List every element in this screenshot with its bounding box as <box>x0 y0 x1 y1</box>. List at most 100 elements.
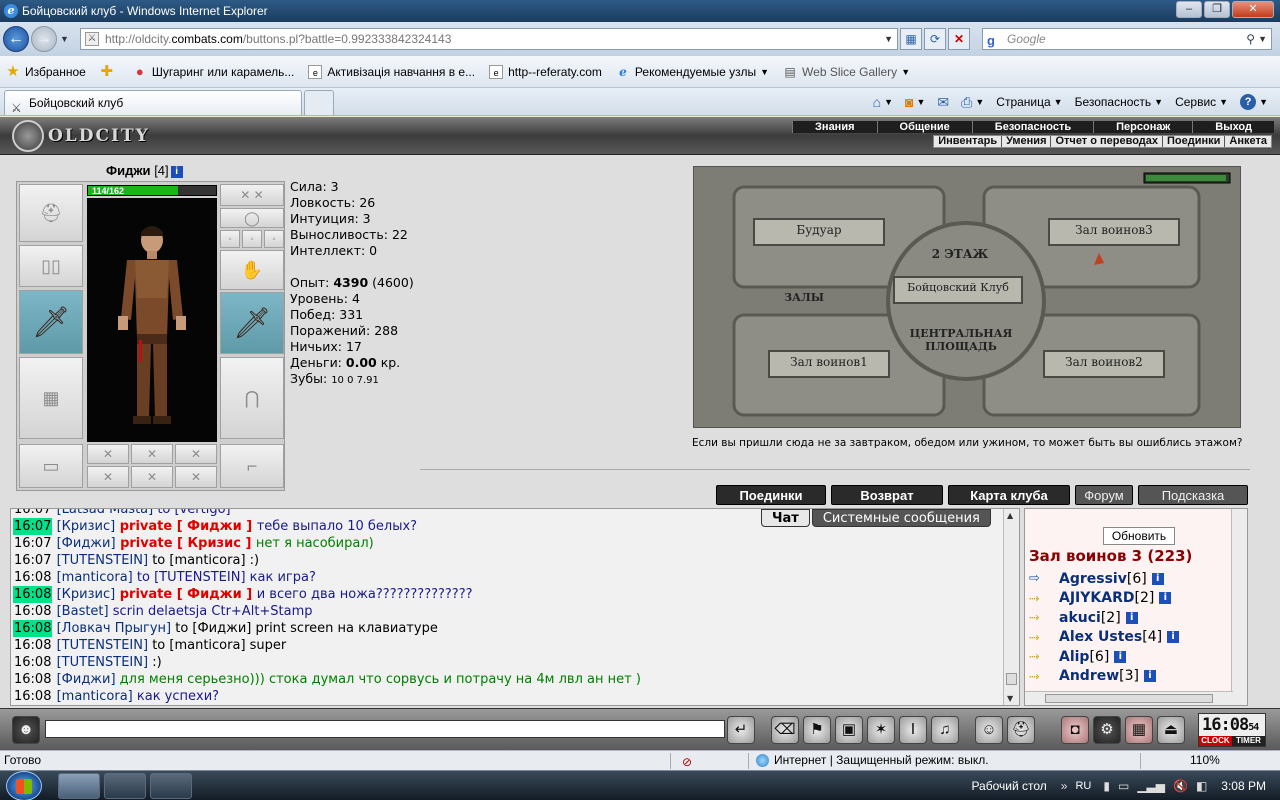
weapon-right-slot[interactable]: 🗡 <box>220 292 284 354</box>
character-portrait[interactable] <box>87 198 217 442</box>
submenu-skills[interactable]: Умения <box>1001 136 1050 147</box>
favorite-link-0[interactable]: ● Шугаринг или карамель... <box>133 64 295 79</box>
clock-toggle[interactable]: CLOCK <box>1199 736 1232 746</box>
online-user-row[interactable]: ⤑ Alip [6] i <box>1029 647 1245 667</box>
info-icon[interactable]: i <box>1114 650 1127 663</box>
chevron-up-icon[interactable]: » <box>1061 779 1068 793</box>
timer-toggle[interactable]: TIMER <box>1232 736 1265 746</box>
feeds-button[interactable]: ◙ ▼ <box>905 94 925 110</box>
tab-system-messages[interactable]: Системные сообщения <box>811 509 991 527</box>
submenu-profile[interactable]: Анкета <box>1224 136 1271 147</box>
help-button[interactable]: ? ▼ <box>1240 94 1268 110</box>
fighter-icon[interactable]: ✶ <box>867 716 895 744</box>
info-icon[interactable]: i <box>1167 631 1180 644</box>
zoom-level[interactable]: 110% <box>1190 751 1220 770</box>
address-bar[interactable]: ⚔ http://oldcity.combats.com/buttons.pl?… <box>80 28 898 50</box>
clear-chat-icon[interactable]: ⌫ <box>771 716 799 744</box>
map-room-hall3[interactable]: Зал воинов3 <box>1054 223 1174 237</box>
bag-icon[interactable]: ◘ <box>1061 716 1089 744</box>
print-button[interactable]: ⎙ ▼ <box>961 94 984 111</box>
ring-slot-c[interactable]: ◦ <box>264 230 284 248</box>
item-slot-1[interactable]: ✕ <box>87 466 129 488</box>
security-menu[interactable]: Безопасность ▼ <box>1075 95 1163 109</box>
private-message-icon[interactable]: ⇨ <box>1029 571 1059 586</box>
chat-nick[interactable]: [manticora] <box>57 689 133 704</box>
submenu-transfer-report[interactable]: Отчет о переводах <box>1050 136 1162 147</box>
map-room-hall1[interactable]: Зал воинов1 <box>774 355 884 369</box>
taskbar-media[interactable] <box>150 773 192 799</box>
online-user-row[interactable]: ⤑ akuci [2] i <box>1029 608 1245 628</box>
return-button[interactable]: Возврат <box>831 485 943 505</box>
ring-slot-a[interactable]: ◦ <box>220 230 240 248</box>
favorite-link-1[interactable]: e Активізація навчання в е... <box>308 64 475 79</box>
menu-exit[interactable]: Выход <box>1192 121 1274 133</box>
language-indicator[interactable]: RU <box>1075 780 1091 792</box>
chat-nick[interactable]: [Кризис] <box>57 587 116 602</box>
send-message-icon[interactable]: ↵ <box>727 716 755 744</box>
page-menu[interactable]: Страница ▼ <box>996 95 1062 109</box>
tools-menu[interactable]: Сервис ▼ <box>1175 95 1228 109</box>
floor-map[interactable]: Будуар Зал воинов3 Зал воинов1 Зал воино… <box>693 166 1241 428</box>
fight-arrow-icon[interactable]: ⤑ <box>1029 630 1059 645</box>
chat-nick[interactable]: [Кризис] <box>57 519 116 534</box>
back-button[interactable]: ← <box>3 26 29 52</box>
address-dropdown-icon[interactable]: ▼ <box>884 29 893 49</box>
fight-arrow-icon[interactable]: ⤑ <box>1029 649 1059 664</box>
submenu-fights[interactable]: Поединки <box>1162 136 1224 147</box>
minimize-button[interactable]: – <box>1176 1 1202 18</box>
start-button[interactable] <box>6 771 42 800</box>
security-zone[interactable]: Интернет | Защищенный режим: выкл. <box>756 751 989 770</box>
info-icon[interactable]: i <box>170 166 183 178</box>
menu-communication[interactable]: Общение <box>876 121 972 133</box>
online-user-row[interactable]: ⤑ AJIYKARD [2] i <box>1029 589 1245 609</box>
info-icon[interactable]: i <box>1159 592 1172 605</box>
boots-slot[interactable]: ⌐ <box>220 444 284 488</box>
home-button[interactable]: ⌂ ▼ <box>873 94 893 110</box>
map-central-square[interactable]: ЦЕНТРАЛЬНАЯ ПЛОЩАДЬ <box>902 327 1020 353</box>
info-icon[interactable]: i <box>1125 611 1138 624</box>
online-list-hscroll[interactable] <box>1025 691 1233 705</box>
favorite-link-4[interactable]: ▤ Web Slice Gallery ▼ <box>783 65 910 79</box>
stop-icon[interactable]: ✕ <box>948 28 970 50</box>
fights-button[interactable]: Поединки <box>716 485 826 505</box>
chat-nick[interactable]: [Ловкач Прыгун] <box>57 621 171 636</box>
favorite-link-2[interactable]: e http--referaty.com <box>489 64 602 79</box>
help-hint-button[interactable]: Подсказка <box>1138 485 1248 505</box>
fight-arrow-icon[interactable]: ⤑ <box>1029 669 1059 684</box>
chat-nick[interactable]: [TUTENSTEIN] <box>57 553 148 568</box>
info-icon[interactable]: i <box>1151 572 1164 585</box>
fight-arrow-icon[interactable]: ⤑ <box>1029 591 1059 606</box>
filter-icon[interactable]: ⚑ <box>803 716 831 744</box>
tab-fight-club[interactable]: ⚔ Бойцовский клуб <box>4 90 302 115</box>
ring-slot-b[interactable]: ◦ <box>242 230 262 248</box>
gear-icon[interactable]: ⚙ <box>1093 716 1121 744</box>
fight-arrow-icon[interactable]: ⤑ <box>1029 610 1059 625</box>
amulet-slot[interactable]: ◯ <box>220 208 284 228</box>
close-window-button[interactable]: ✕ <box>1232 1 1274 18</box>
item-slot-2[interactable]: ✕ <box>131 466 173 488</box>
menu-character[interactable]: Персонаж <box>1093 121 1193 133</box>
show-desktop-label[interactable]: Рабочий стол <box>971 779 1046 793</box>
forward-button[interactable]: → <box>31 26 57 52</box>
history-dropdown-icon[interactable]: ▼ <box>60 34 69 44</box>
smiley-icon[interactable]: ☺ <box>975 716 1003 744</box>
ring-slot-3[interactable]: ✕ <box>175 444 217 464</box>
chat-nick[interactable]: [TUTENSTEIN] <box>57 638 148 653</box>
gloves-slot[interactable]: ✋ <box>220 250 284 290</box>
scroll-down-icon[interactable]: ▼ <box>1007 694 1013 703</box>
favorite-link-3[interactable]: e Рекомендуемые узлы ▼ <box>616 65 769 79</box>
refresh-icon[interactable]: ⟳ <box>924 28 946 50</box>
favorites-button[interactable]: ★ Избранное <box>6 64 86 79</box>
maximize-button[interactable]: ❐ <box>1204 1 1230 18</box>
forum-button[interactable]: Форум <box>1075 485 1133 505</box>
mail-button[interactable]: ✉ <box>937 94 949 111</box>
chat-mode-icon[interactable]: ☻ <box>12 716 40 744</box>
weapon-left-slot[interactable]: 🗡 <box>19 290 83 354</box>
translit-icon[interactable]: Ⅰ <box>899 716 927 744</box>
scroll-up-icon[interactable]: ▲ <box>1007 511 1013 520</box>
chat-nick[interactable]: [Фиджи] <box>57 672 116 687</box>
ring-slot-1[interactable]: ✕ <box>87 444 129 464</box>
helmet-chat-icon[interactable]: ⛑ <box>1007 716 1035 744</box>
chat-scrollbar[interactable]: ▲ ▼ <box>1003 509 1019 705</box>
map-club-center[interactable]: Бойцовский Клуб <box>896 281 1020 294</box>
